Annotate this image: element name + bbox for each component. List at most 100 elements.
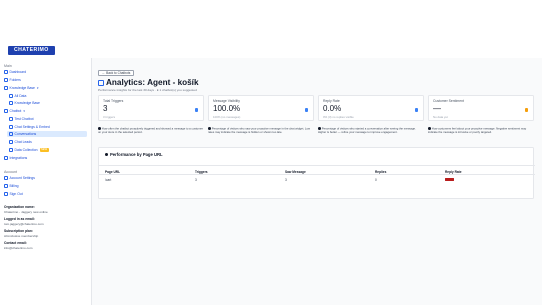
stat-sub: No data yet: [433, 115, 448, 119]
page-title-text: Analytics: Agent - košík: [106, 78, 199, 87]
note-message-visibility: Percentage of visitors who saw your proa…: [208, 127, 314, 135]
sidebar-subitem-all-data[interactable]: All Data: [9, 93, 26, 99]
main-content: ← Back to Chatbots Analytics: Agent - ko…: [92, 58, 542, 305]
contact-email-label: Contact email:: [4, 241, 27, 245]
bullet-icon: [105, 152, 108, 156]
subscription-plan-value: All-inclusive membership: [4, 234, 39, 238]
stat-value: 3: [103, 104, 108, 113]
sidebar-subitem-chat-leads[interactable]: Chat Leads: [9, 139, 32, 145]
note-customer-sentiment: How customers feel about your proactive …: [428, 127, 534, 135]
panel-title: Performance by Page URL: [105, 152, 163, 157]
contact-email-value: info@chaterimo.com: [4, 246, 33, 250]
sidebar-subitem-chat-settings[interactable]: Chat Settings & Embed: [9, 124, 50, 130]
sidebar-subitem-test-chatbot[interactable]: Test Chatbot: [9, 116, 34, 122]
stat-sub: 100% (no messages): [213, 115, 241, 119]
note-text: Percentage of visitors who saw your proa…: [208, 126, 311, 135]
sidebar-subitem-knowledge-base[interactable]: Knowledge Base: [9, 100, 40, 106]
stat-label: Message Visibility: [213, 99, 240, 103]
cell-triggers: 3: [195, 178, 197, 182]
new-badge: NEW: [39, 148, 49, 152]
logout-icon: [4, 192, 8, 196]
column-header-saw-message[interactable]: Saw Message: [285, 170, 306, 174]
sidebar-item-label: Sign Out: [9, 192, 23, 196]
chat-icon: [414, 108, 418, 112]
robot-icon: [4, 109, 8, 113]
panel-title-text: Performance by Page URL: [110, 152, 163, 157]
sidebar-item-folders[interactable]: Folders: [4, 77, 21, 83]
note-text: How customers feel about your proactive …: [428, 126, 527, 135]
sidebar-item-label: Billing: [9, 184, 19, 188]
folder-icon: [4, 78, 8, 82]
table-header: Page URL Triggers Saw Message Replies Re…: [99, 165, 535, 175]
note-text: How often the chatbot proactively trigge…: [98, 126, 204, 135]
brand-logo[interactable]: CHATERIMO: [8, 46, 55, 55]
database-icon: [9, 94, 13, 98]
settings-icon: [9, 125, 13, 129]
book-icon: [4, 86, 8, 90]
metric-explanations: How often the chatbot proactively trigge…: [98, 127, 534, 137]
sidebar-item-label: Chatbot: [9, 109, 22, 113]
stat-value: 100.0%: [213, 104, 241, 113]
sun-icon: [524, 108, 528, 112]
stat-card-message-visibility: Message Visibility 100.0% 100% (no messa…: [208, 95, 314, 121]
plug-icon: [4, 156, 8, 160]
reply-rate-bar: [445, 178, 454, 181]
note-total-triggers: How often the chatbot proactively trigge…: [98, 127, 204, 135]
sidebar-subitem-conversations[interactable]: Conversations: [7, 131, 87, 137]
sidebar-item-label: Integrations: [9, 156, 28, 160]
logged-in-email-label: Logged in as email:: [4, 217, 35, 221]
page-subtitle: Performance insights for the last 30 day…: [98, 88, 197, 92]
clipboard-icon: [9, 148, 13, 152]
dashboard-icon: [4, 70, 8, 74]
sidebar-subitem-data-collection[interactable]: Data Collection NEW: [9, 147, 49, 153]
user-icon: [4, 176, 8, 180]
sidebar-item-account-settings[interactable]: Account Settings: [4, 175, 35, 181]
logged-in-email-value: tom.jaggery@chaterimo.com: [4, 222, 44, 226]
eye-icon: [304, 108, 308, 112]
sidebar-item-dashboard[interactable]: Dashboard: [4, 69, 26, 75]
stat-card-customer-sentiment: Customer Sentiment — No data yet: [428, 95, 534, 121]
stat-label: Reply Rate: [323, 99, 340, 103]
stat-value: 0.0%: [323, 104, 342, 113]
sidebar: Main Dashboard Folders Knowledge Base ▾ …: [0, 58, 92, 305]
sidebar-item-label: Account Settings: [9, 176, 35, 180]
top-bar: CHATERIMO: [0, 0, 542, 58]
column-header-triggers[interactable]: Triggers: [195, 170, 208, 174]
stat-label: Total Triggers: [103, 99, 124, 103]
organization-name-label: Organization name:: [4, 205, 35, 209]
sidebar-item-knowledge-base[interactable]: Knowledge Base ▾: [4, 85, 38, 91]
cell-replies: 0: [375, 178, 377, 182]
performance-by-url-panel: Performance by Page URL Page URL Trigger…: [98, 147, 535, 199]
credit-card-icon: [4, 184, 8, 188]
table-row[interactable]: /cart 3 3 0: [99, 175, 535, 184]
sidebar-item-label: Knowledge Base: [14, 101, 40, 105]
column-header-replies[interactable]: Replies: [375, 170, 386, 174]
sidebar-item-sign-out[interactable]: Sign Out: [4, 191, 23, 197]
back-to-chatbots-button[interactable]: ← Back to Chatbots: [98, 70, 135, 76]
chevron-down-icon: ▾: [23, 109, 25, 113]
sidebar-item-label: All Data: [14, 94, 27, 98]
note-reply-rate: Percentage of visitors who started a con…: [318, 127, 424, 135]
sidebar-item-label: Chat Settings & Embed: [14, 125, 50, 129]
cell-saw-message: 3: [285, 178, 287, 182]
sidebar-item-billing[interactable]: Billing: [4, 183, 19, 189]
sidebar-section-account: Account: [4, 170, 17, 174]
sidebar-item-label: Conversations: [14, 132, 37, 136]
stat-card-reply-rate: Reply Rate 0.0% 0% (3) no replies visibl…: [318, 95, 424, 121]
book-icon: [9, 101, 13, 105]
stat-value: —: [433, 104, 441, 113]
column-header-reply-rate[interactable]: Reply Rate: [445, 170, 461, 174]
stat-sub: 3 triggers: [103, 115, 116, 119]
chevron-down-icon: ▾: [36, 86, 39, 90]
column-header-page-url[interactable]: Page URL: [105, 170, 120, 174]
chat-bubble-icon: [9, 132, 13, 136]
stat-label: Customer Sentiment: [433, 99, 464, 103]
sidebar-item-label: Knowledge Base: [9, 86, 35, 90]
sidebar-item-integrations[interactable]: Integrations: [4, 155, 27, 161]
stat-card-total-triggers: Total Triggers 3 3 triggers: [98, 95, 204, 121]
stat-sub: 0% (3) no replies visible: [323, 115, 354, 119]
sidebar-item-label: Chat Leads: [14, 140, 32, 144]
sidebar-item-chatbot[interactable]: Chatbot ▾: [4, 108, 25, 114]
sidebar-item-label: Data Collection: [14, 148, 38, 152]
sidebar-item-label: Dashboard: [9, 70, 27, 74]
